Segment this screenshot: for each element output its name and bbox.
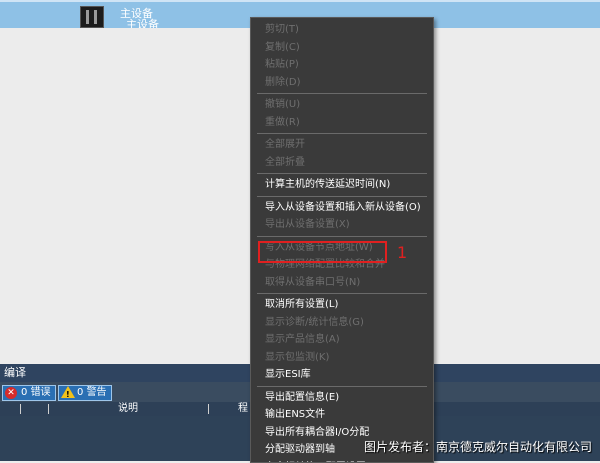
menu-item[interactable]: 显示诊断/统计信息(G) [251, 314, 433, 332]
device-icon [80, 6, 104, 28]
menu-separator [257, 93, 427, 94]
menu-item[interactable]: 显示ESI库 [251, 366, 433, 384]
menu-separator [257, 293, 427, 294]
menu-separator [257, 133, 427, 134]
warnings-label: 警告 [87, 387, 107, 398]
menu-item[interactable]: 撤销(U) [251, 96, 433, 114]
menu-item[interactable]: 剪切(T) [251, 21, 433, 39]
menu-item[interactable]: 粘贴(P) [251, 56, 433, 74]
menu-item[interactable]: 取消所有设置(L) [251, 296, 433, 314]
errors-filter-button[interactable]: ✕ 0 错误 [2, 385, 56, 401]
menu-item[interactable]: 导入从设备设置和插入新从设备(O) [251, 199, 433, 217]
menu-item[interactable]: 取得从设备串口号(N) [251, 274, 433, 292]
menu-item[interactable]: 全部展开 [251, 136, 433, 154]
menu-item[interactable]: 删除(D) [251, 74, 433, 92]
menu-item[interactable]: 重做(R) [251, 114, 433, 132]
column-program[interactable]: 程 [238, 402, 248, 416]
menu-separator [257, 386, 427, 387]
highlight-annotation-box [258, 241, 387, 263]
menu-item[interactable]: 显示包监测(K) [251, 349, 433, 367]
menu-item[interactable]: 全部折叠 [251, 154, 433, 172]
menu-item[interactable]: 复制(C) [251, 39, 433, 57]
menu-item[interactable]: 输出ENS文件 [251, 406, 433, 424]
menu-separator [257, 196, 427, 197]
menu-item[interactable]: 导出配置信息(E) [251, 389, 433, 407]
warnings-count: 0 [77, 387, 83, 398]
menu-separator [257, 236, 427, 237]
errors-label: 错误 [31, 387, 51, 398]
menu-separator [257, 173, 427, 174]
context-menu: 剪切(T)复制(C)粘贴(P)删除(D) 撤销(U)重做(R) 全部展开全部折叠计算… [250, 17, 434, 463]
menu-item[interactable]: 计算主机的传送延迟时间(N) [251, 176, 433, 194]
menu-item[interactable]: 导出从设备设置(X) [251, 216, 433, 234]
warnings-filter-button[interactable]: ! 0 警告 [58, 385, 112, 401]
menu-item[interactable]: 显示产品信息(A) [251, 331, 433, 349]
column-description[interactable]: 说明 [118, 402, 138, 416]
publisher-watermark: 图片发布者：南京德克威尔自动化有限公司 [364, 438, 592, 455]
error-icon: ✕ [5, 387, 17, 399]
errors-count: 0 [21, 387, 27, 398]
annotation-number: 1 [397, 243, 407, 262]
